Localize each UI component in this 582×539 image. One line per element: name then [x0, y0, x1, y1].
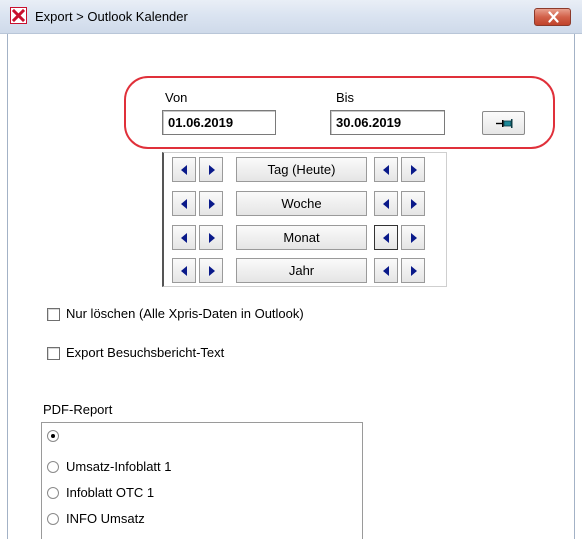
delete-only-label[interactable]: Nur löschen (Alle Xpris-Daten in Outlook…	[66, 306, 304, 321]
pdf-option-label-2[interactable]: Infoblatt OTC 1	[66, 485, 154, 500]
row2-right-arrow-button[interactable]	[199, 225, 223, 250]
to-label: Bis	[336, 90, 355, 105]
pdf-option-radio-0[interactable]	[47, 430, 59, 442]
nav-range-button-week[interactable]: Woche	[236, 191, 367, 216]
row1-right-arrow-button-2[interactable]	[401, 191, 425, 216]
row3-left-arrow-button-2[interactable]	[374, 258, 398, 283]
row1-left-arrow-button[interactable]	[172, 191, 196, 216]
nav-range-button-month[interactable]: Monat	[236, 225, 367, 250]
nav-range-button-year[interactable]: Jahr	[236, 258, 367, 283]
row0-right-arrow-button[interactable]	[199, 157, 223, 182]
window-title: Export > Outlook Kalender	[35, 9, 188, 24]
close-button[interactable]	[534, 8, 571, 26]
nav-range-button-day[interactable]: Tag (Heute)	[236, 157, 367, 182]
pin-icon	[496, 117, 513, 133]
row2-left-arrow-button-2[interactable]	[374, 225, 398, 250]
radio-dot-icon	[51, 434, 55, 438]
row2-right-arrow-button-2[interactable]	[401, 225, 425, 250]
pin-button[interactable]	[482, 111, 525, 135]
row1-left-arrow-button-2[interactable]	[374, 191, 398, 216]
red-x-icon	[10, 7, 27, 24]
row1-right-arrow-button[interactable]	[199, 191, 223, 216]
pdf-option-label-3[interactable]: INFO Umsatz	[66, 511, 145, 526]
pdf-option-radio-2[interactable]	[47, 487, 59, 499]
pdf-option-radio-1[interactable]	[47, 461, 59, 473]
row3-right-arrow-button[interactable]	[199, 258, 223, 283]
from-label: Von	[165, 90, 188, 105]
row3-right-arrow-button-2[interactable]	[401, 258, 425, 283]
pdf-report-label: PDF-Report	[43, 402, 113, 417]
pdf-option-label-1[interactable]: Umsatz-Infoblatt 1	[66, 459, 172, 474]
row3-left-arrow-button[interactable]	[172, 258, 196, 283]
row2-left-arrow-button[interactable]	[172, 225, 196, 250]
export-text-label[interactable]: Export Besuchsbericht-Text	[66, 345, 224, 360]
row0-left-arrow-button[interactable]	[172, 157, 196, 182]
delete-only-checkbox[interactable]	[47, 308, 60, 321]
to-date-field[interactable]: 30.06.2019	[330, 110, 445, 135]
title-bar: Export > Outlook Kalender	[0, 0, 582, 34]
from-date-field[interactable]: 01.06.2019	[162, 110, 276, 135]
export-text-checkbox[interactable]	[47, 347, 60, 360]
pdf-option-radio-3[interactable]	[47, 513, 59, 525]
close-icon	[548, 11, 559, 26]
row0-right-arrow-button-2[interactable]	[401, 157, 425, 182]
row0-left-arrow-button-2[interactable]	[374, 157, 398, 182]
